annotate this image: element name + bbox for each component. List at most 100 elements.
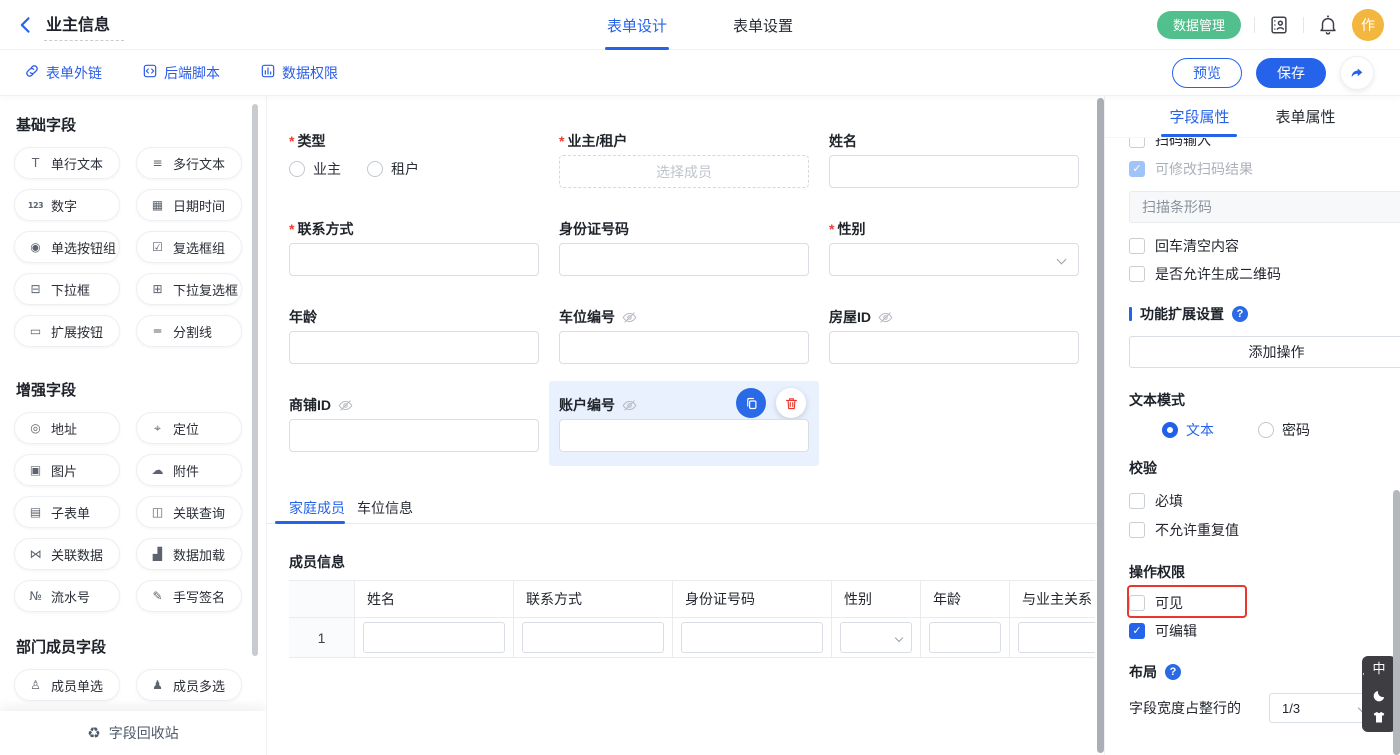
checkbox[interactable] [1129, 595, 1145, 611]
toolbar-link-script[interactable]: 后端脚本 [142, 63, 220, 83]
field-type-single-line-text[interactable]: T单行文本 [14, 147, 120, 179]
id-number-input[interactable] [559, 243, 809, 276]
field-type-data-load[interactable]: ▟数据加载 [136, 538, 242, 570]
scan-input-row[interactable]: 扫码输入 [1129, 138, 1376, 151]
subform-cell-input[interactable] [363, 622, 505, 653]
field-type-image[interactable]: ▣图片 [14, 454, 120, 486]
checkbox-checked[interactable] [1129, 623, 1145, 639]
toolbar-link-link[interactable]: 表单外链 [24, 63, 102, 83]
subtab-parking-info[interactable]: 车位信息 [357, 498, 413, 518]
name-input[interactable] [829, 155, 1079, 188]
field-type-multi-select[interactable]: ⊞下拉复选框 [136, 273, 242, 305]
sidebar-scrollbar[interactable] [252, 104, 258, 656]
field-recycle-bin[interactable]: ♻ 字段回收站 [0, 711, 266, 755]
field-type-signature[interactable]: ✎手写签名 [136, 580, 242, 612]
preview-button[interactable]: 预览 [1172, 58, 1242, 88]
required-row[interactable]: 必填 [1129, 490, 1376, 512]
no-duplicate-row[interactable]: 不允许重复值 [1129, 519, 1376, 541]
field-type-lookup[interactable]: ◫关联查询 [136, 496, 242, 528]
help-icon[interactable]: ? [1165, 664, 1181, 680]
enter-clear-row[interactable]: 回车清空内容 [1129, 235, 1376, 257]
allow-qr-row[interactable]: 是否允许生成二维码 [1129, 263, 1376, 285]
checkbox[interactable] [1129, 238, 1145, 254]
visible-row[interactable]: 可见 [1129, 592, 1376, 614]
canvas-field-house-id[interactable]: 房屋ID [829, 308, 1079, 364]
canvas-scrollbar[interactable] [1097, 98, 1104, 753]
field-type-radio-group[interactable]: ◉单选按钮组 [14, 231, 120, 263]
field-type-select[interactable]: ⊟下拉框 [14, 273, 120, 305]
contact-input[interactable] [289, 243, 539, 276]
theme-skin-button[interactable] [1371, 710, 1387, 725]
field-type-location[interactable]: ⌖定位 [136, 412, 242, 444]
canvas-field-id-number[interactable]: 身份证号码 [559, 220, 809, 276]
subform-cell-input[interactable] [1018, 622, 1095, 653]
field-type-member-multi[interactable]: ♟成员多选 [136, 669, 242, 701]
toolbar-link-permission[interactable]: 数据权限 [260, 63, 338, 83]
canvas-field-gender[interactable]: *性别 [829, 220, 1079, 276]
subform-cell-input[interactable] [681, 622, 823, 653]
age-input[interactable] [289, 331, 539, 364]
back-button[interactable] [16, 15, 36, 35]
field-width-select[interactable]: 1/3 [1269, 693, 1376, 723]
checkbox[interactable] [1129, 138, 1145, 148]
dark-mode-toggle[interactable] [1372, 688, 1387, 703]
field-type-attachment[interactable]: ☁附件 [136, 454, 242, 486]
subform-cell-input[interactable] [522, 622, 664, 653]
tab-field-properties[interactable]: 字段属性 [1169, 96, 1229, 137]
page-title[interactable]: 业主信息 [44, 9, 124, 41]
subform-cell-input[interactable] [929, 622, 1001, 653]
field-type-linked-data[interactable]: ⋈关联数据 [14, 538, 120, 570]
canvas-field-type[interactable]: *类型业主租户 [289, 132, 539, 179]
canvas-field-name[interactable]: 姓名 [829, 132, 1079, 188]
gender-select[interactable] [829, 243, 1079, 276]
radio-text-mode[interactable]: 文本 [1162, 420, 1214, 440]
contact-book-button[interactable] [1268, 14, 1290, 36]
checkbox[interactable] [1129, 266, 1145, 282]
share-button[interactable] [1340, 56, 1374, 90]
checkbox[interactable] [1129, 493, 1145, 509]
canvas-field-contact[interactable]: *联系方式 [289, 220, 539, 276]
modify-scan-row[interactable]: 可修改扫码结果 [1129, 158, 1376, 180]
subform-gender-select[interactable] [840, 622, 912, 653]
tab-form-properties[interactable]: 表单属性 [1276, 96, 1336, 137]
help-icon[interactable]: ? [1232, 306, 1248, 322]
notification-bell-button[interactable] [1317, 14, 1339, 36]
tab-form-design[interactable]: 表单设计 [607, 0, 667, 50]
house-id-input[interactable] [829, 331, 1079, 364]
checkbox[interactable] [1129, 522, 1145, 538]
data-manage-button[interactable]: 数据管理 [1157, 11, 1241, 39]
save-button[interactable]: 保存 [1256, 58, 1326, 88]
language-toggle[interactable]: 中 [1372, 662, 1385, 680]
panel-scrollbar[interactable] [1393, 490, 1400, 755]
add-action-button[interactable]: 添加操作 [1129, 336, 1400, 368]
radio-option-1[interactable]: 租户 [367, 159, 419, 179]
canvas-field-parking-no[interactable]: 车位编号 [559, 308, 809, 364]
field-type-address[interactable]: ◎地址 [14, 412, 120, 444]
shop-id-input[interactable] [289, 419, 539, 452]
field-type-extend-button[interactable]: ▭扩展按钮 [14, 315, 120, 347]
canvas-field-account-no[interactable]: 账户编号 [559, 396, 809, 452]
field-type-number[interactable]: 123数字 [14, 189, 120, 221]
field-type-member-single[interactable]: ♙成员单选 [14, 669, 120, 701]
radio-option-0[interactable]: 业主 [289, 159, 341, 179]
field-type-divider[interactable]: ═分割线 [136, 315, 242, 347]
canvas-field-owner-tenant[interactable]: *业主/租户选择成员 [559, 132, 809, 188]
user-avatar[interactable]: 作 [1352, 9, 1384, 41]
editable-row[interactable]: 可编辑 [1129, 620, 1376, 642]
field-type-checkbox-group[interactable]: ☑复选框组 [136, 231, 242, 263]
canvas-field-age[interactable]: 年龄 [289, 308, 539, 364]
field-type-subform[interactable]: ▤子表单 [14, 496, 120, 528]
field-type-serial-number[interactable]: №流水号 [14, 580, 120, 612]
canvas-field-shop-id[interactable]: 商铺ID [289, 396, 539, 452]
subtab-family-members[interactable]: 家庭成员 [289, 498, 345, 518]
radio-password-mode[interactable]: 密码 [1258, 420, 1310, 440]
tab-form-settings[interactable]: 表单设置 [733, 0, 793, 50]
scan-mode-select[interactable]: 扫描条形码 [1129, 191, 1400, 223]
form-canvas[interactable]: 家庭成员 车位信息 成员信息 姓名联系方式身份证号码性别年龄与业主关系1 *类型… [266, 96, 1104, 755]
field-type-multi-line-text[interactable]: ≡多行文本 [136, 147, 242, 179]
checkbox-checked-disabled[interactable] [1129, 161, 1145, 177]
account-no-input[interactable] [559, 419, 809, 452]
parking-no-input[interactable] [559, 331, 809, 364]
field-type-datetime[interactable]: ▦日期时间 [136, 189, 242, 221]
owner-tenant-member-picker[interactable]: 选择成员 [559, 155, 809, 188]
